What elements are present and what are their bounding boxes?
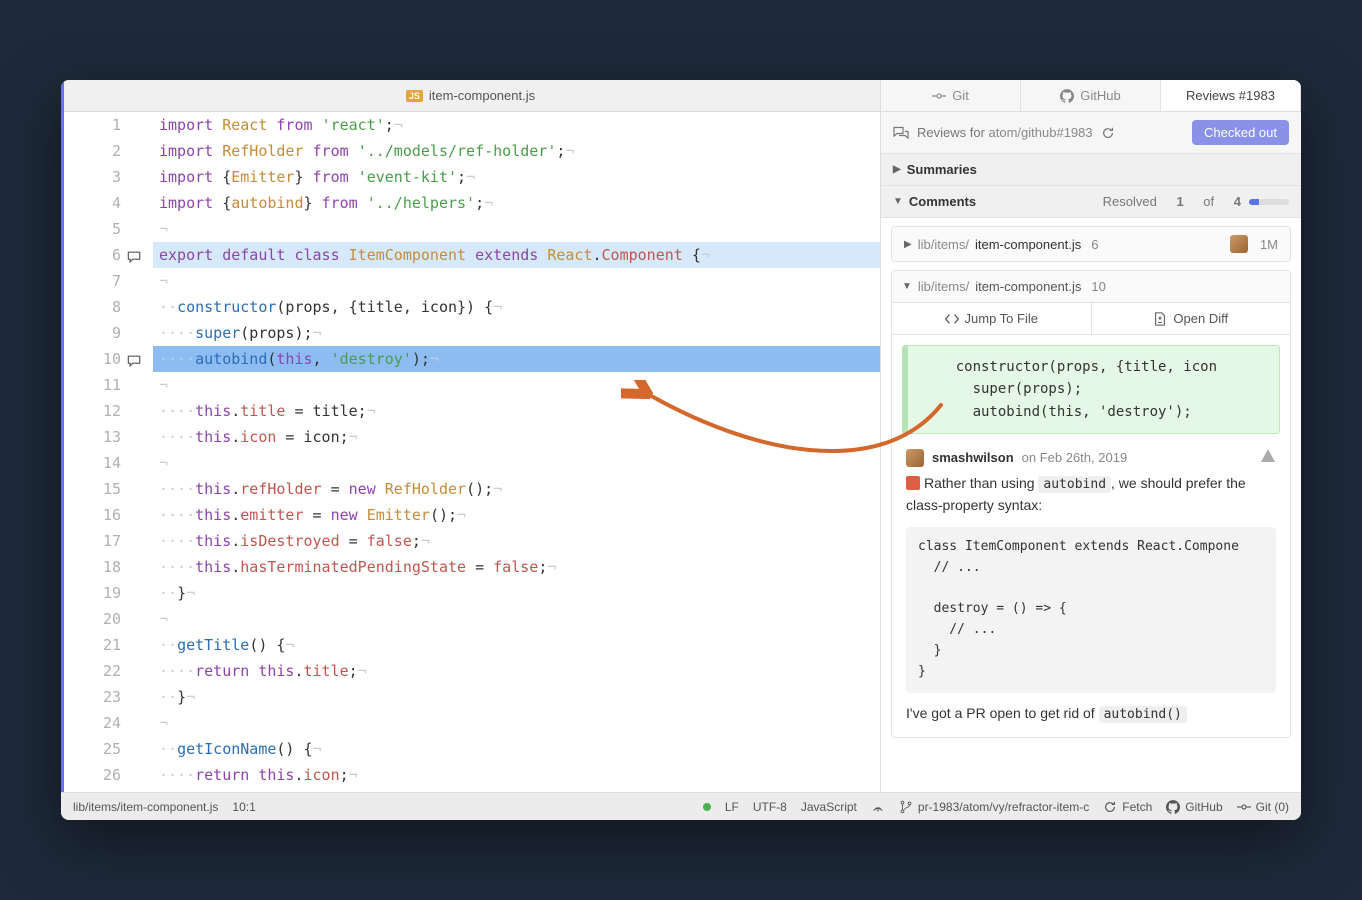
avatar [1230, 235, 1248, 253]
side-panel-tabs: Git GitHub Reviews #1983 [881, 80, 1301, 112]
comment-thread-collapsed[interactable]: ▶ lib/items/item-component.js 6 1M [891, 226, 1291, 262]
editor-tab-filename: item-component.js [429, 88, 535, 103]
status-cursor-position[interactable]: 10:1 [232, 800, 255, 814]
status-github[interactable]: GitHub [1166, 800, 1222, 814]
code-line[interactable]: ¬ [153, 450, 880, 476]
chevron-right-icon: ▶ [893, 164, 901, 175]
code-line[interactable]: ····this.refHolder = new RefHolder();¬ [153, 476, 880, 502]
tab-reviews[interactable]: Reviews #1983 [1161, 80, 1301, 111]
code-line[interactable]: export default class ItemComponent exten… [153, 242, 880, 268]
reviews-header: Reviews for atom/github#1983 Checked out [881, 112, 1301, 154]
code-line[interactable]: ··}¬ [153, 580, 880, 606]
comment-marker-icon[interactable] [125, 350, 141, 366]
git-commit-icon [1237, 800, 1251, 814]
code-line[interactable]: ··getTitle() {¬ [153, 632, 880, 658]
code-line[interactable]: ··getIconName() {¬ [153, 736, 880, 762]
status-line-ending[interactable]: LF [725, 800, 739, 814]
code-line[interactable]: ····return this.icon;¬ [153, 762, 880, 788]
status-language[interactable]: JavaScript [801, 800, 857, 814]
code-line[interactable]: import React from 'react';¬ [153, 112, 880, 138]
avatar [906, 449, 924, 467]
review-comment: smashwilson on Feb 26th, 2019 Rather tha… [892, 444, 1290, 737]
code-area[interactable]: import React from 'react';¬import RefHol… [153, 112, 880, 792]
comment-body: Rather than using autobind, we should pr… [906, 473, 1276, 725]
jump-to-file-button[interactable]: Jump To File [892, 303, 1092, 334]
progress-bar [1249, 199, 1289, 205]
comment-discussion-icon [893, 125, 909, 141]
summaries-section-header[interactable]: ▶ Summaries [881, 154, 1301, 186]
chevron-right-icon: ▶ [904, 239, 912, 250]
code-line[interactable]: import {autobind} from '../helpers';¬ [153, 190, 880, 216]
code-line[interactable]: ····super(props);¬ [153, 320, 880, 346]
file-diff-icon [1153, 312, 1167, 326]
status-file-path[interactable]: lib/items/item-component.js [73, 800, 218, 814]
code-line[interactable]: ¬ [153, 216, 880, 242]
sync-icon [1103, 800, 1117, 814]
code-line[interactable]: ····this.emitter = new Emitter();¬ [153, 502, 880, 528]
comments-section-header[interactable]: ▼ Comments Resolved 1 of 4 [881, 186, 1301, 218]
main-area: JS item-component.js 1234567891011121314… [61, 80, 1301, 792]
editor-pane: JS item-component.js 1234567891011121314… [61, 80, 881, 792]
comment-date: on Feb 26th, 2019 [1022, 450, 1128, 465]
editor-body[interactable]: 1234567891011121314151617181920212223242… [61, 112, 880, 792]
code-example: class ItemComponent extends React.Compon… [906, 527, 1276, 693]
comment-author[interactable]: smashwilson [932, 450, 1014, 465]
checked-out-button[interactable]: Checked out [1192, 120, 1289, 145]
code-line[interactable]: ¬ [153, 372, 880, 398]
status-clean-indicator [703, 803, 711, 811]
chevron-down-icon: ▼ [893, 196, 903, 207]
comment-marker-icon[interactable] [125, 246, 141, 262]
reviews-panel: Git GitHub Reviews #1983 Reviews for ato… [881, 80, 1301, 792]
suggestion-badge-icon [906, 476, 920, 490]
open-diff-button[interactable]: Open Diff [1092, 303, 1291, 334]
js-file-icon: JS [406, 90, 423, 102]
git-branch-icon [899, 800, 913, 814]
refresh-icon[interactable] [1101, 126, 1115, 140]
git-commit-icon [932, 89, 946, 103]
warning-icon [1260, 448, 1276, 467]
code-line[interactable]: ¬ [153, 710, 880, 736]
github-icon [1166, 800, 1180, 814]
code-icon [945, 312, 959, 326]
status-branch[interactable]: pr-1983/atom/vy/refractor-item-c [899, 800, 1089, 814]
code-line[interactable]: ····autobind(this, 'destroy');¬ [153, 346, 880, 372]
code-line[interactable]: ····this.hasTerminatedPendingState = fal… [153, 554, 880, 580]
code-line[interactable]: ··}¬ [153, 684, 880, 710]
comment-thread-expanded: ▼ lib/items/item-component.js 10 Jump To… [891, 270, 1291, 738]
status-git[interactable]: Git (0) [1237, 800, 1289, 814]
code-line[interactable]: ¬ [153, 268, 880, 294]
status-signal-icon[interactable] [871, 800, 885, 814]
resolved-progress-label: Resolved 1 of 4 [1103, 194, 1289, 209]
reviews-for-label: Reviews for atom/github#1983 [917, 125, 1093, 140]
code-line[interactable]: ··constructor(props, {title, icon}) {¬ [153, 294, 880, 320]
tab-github[interactable]: GitHub [1021, 80, 1161, 111]
app-window: JS item-component.js 1234567891011121314… [61, 80, 1301, 820]
code-line[interactable]: import RefHolder from '../models/ref-hol… [153, 138, 880, 164]
code-line[interactable]: import {Emitter} from 'event-kit';¬ [153, 164, 880, 190]
code-line[interactable]: ¬ [153, 606, 880, 632]
code-line[interactable]: ····this.title = title;¬ [153, 398, 880, 424]
code-line[interactable]: ····this.icon = icon;¬ [153, 424, 880, 450]
tab-git[interactable]: Git [881, 80, 1021, 111]
thread-header[interactable]: ▼ lib/items/item-component.js 10 [892, 271, 1290, 303]
status-bar: lib/items/item-component.js 10:1 LF UTF-… [61, 792, 1301, 820]
code-line[interactable]: ····this.isDestroyed = false;¬ [153, 528, 880, 554]
editor-tabbar[interactable]: JS item-component.js [61, 80, 880, 112]
thread-actions: Jump To File Open Diff [892, 303, 1290, 335]
code-line[interactable]: ····return this.title;¬ [153, 658, 880, 684]
github-icon [1060, 89, 1074, 103]
chevron-down-icon: ▼ [902, 281, 912, 292]
line-number-gutter[interactable]: 1234567891011121314151617181920212223242… [61, 112, 153, 792]
status-encoding[interactable]: UTF-8 [753, 800, 787, 814]
status-fetch[interactable]: Fetch [1103, 800, 1152, 814]
diff-preview[interactable]: constructor(props, {title, icon super(pr… [902, 345, 1280, 434]
